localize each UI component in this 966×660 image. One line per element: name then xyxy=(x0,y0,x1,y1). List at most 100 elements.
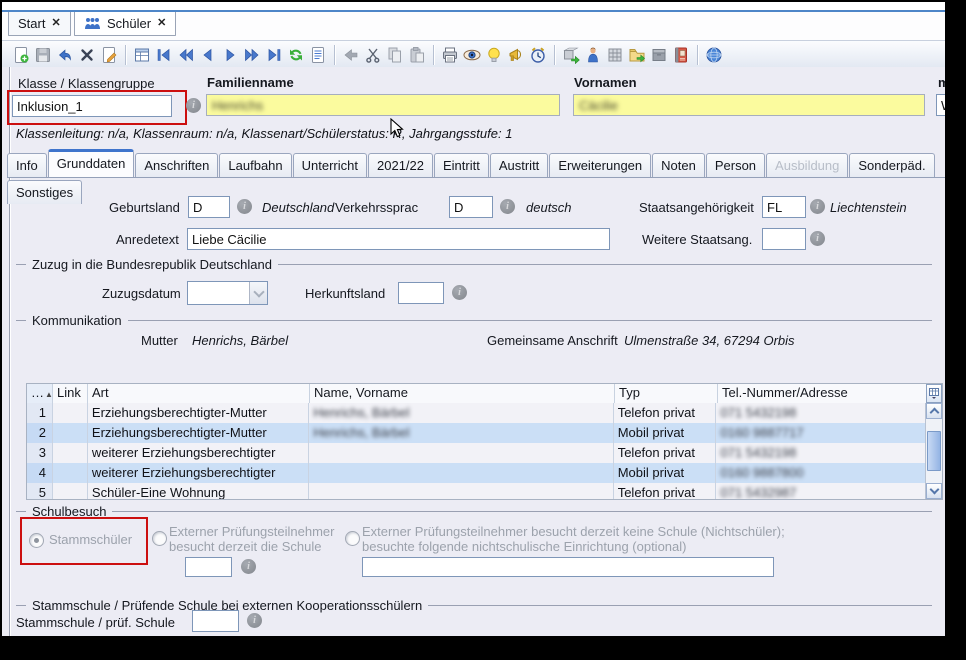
tab-ausbildung[interactable]: Ausbildung xyxy=(766,153,848,177)
tab-anschriften[interactable]: Anschriften xyxy=(135,153,218,177)
stammschule-info-button[interactable]: i xyxy=(247,613,262,628)
archive-icon[interactable] xyxy=(649,46,669,64)
zuzugsdatum-combo[interactable] xyxy=(187,281,268,305)
matrix-icon[interactable] xyxy=(605,46,625,64)
table-row[interactable]: 1Erziehungsberechtigter-MutterHenrichs, … xyxy=(27,403,926,423)
folder-export-icon[interactable] xyxy=(627,46,647,64)
verkehrssprache-info-button[interactable]: i xyxy=(500,199,515,214)
doc-tab-start[interactable]: Start ✕ xyxy=(8,12,71,36)
tab-laufbahn[interactable]: Laufbahn xyxy=(219,153,291,177)
print-icon[interactable] xyxy=(440,46,460,64)
cell-tel: 071 5432198 xyxy=(716,403,926,423)
delete-record-icon[interactable] xyxy=(77,46,97,64)
refresh-icon[interactable] xyxy=(286,46,306,64)
geburtsland-hint: Deutschland xyxy=(262,200,334,215)
anredetext-input[interactable] xyxy=(187,228,610,250)
header-tel[interactable]: Tel.-Nummer/Adresse xyxy=(718,384,928,403)
scroll-down-button[interactable] xyxy=(926,483,942,499)
prev-record-icon[interactable] xyxy=(198,46,218,64)
stammschule-input[interactable] xyxy=(192,610,239,632)
stammschule-label: Stammschule / prüf. Schule xyxy=(16,615,175,630)
tab-austritt[interactable]: Austritt xyxy=(490,153,548,177)
staatsangehoerigkeit-input[interactable] xyxy=(762,196,806,218)
scroll-up-button[interactable] xyxy=(926,403,942,419)
first-record-icon[interactable] xyxy=(154,46,174,64)
cut-icon[interactable] xyxy=(363,46,383,64)
gender-input[interactable] xyxy=(936,94,945,116)
column-picker-button[interactable] xyxy=(926,384,942,403)
tab-grunddaten[interactable]: Grunddaten xyxy=(48,149,135,177)
tab-2021-22[interactable]: 2021/22 xyxy=(368,153,433,177)
reminder-icon[interactable] xyxy=(528,46,548,64)
tab-eintritt[interactable]: Eintritt xyxy=(434,153,489,177)
table-header: …▲ Link Art Name, Vorname Typ Tel.-Numme… xyxy=(27,384,942,404)
klasse-info-button[interactable]: i xyxy=(186,98,201,113)
tab-erweiterungen[interactable]: Erweiterungen xyxy=(549,153,651,177)
tab-unterricht[interactable]: Unterricht xyxy=(293,153,367,177)
paste-icon[interactable] xyxy=(407,46,427,64)
cell-typ: Telefon privat xyxy=(614,403,717,423)
annotation-box-stammschueler xyxy=(20,517,148,565)
main-panel: Klasse / Klassengruppe i Familienname He… xyxy=(2,67,945,636)
vornamen-label: Vornamen xyxy=(574,75,637,90)
fast-prev-record-icon[interactable] xyxy=(176,46,196,64)
report-book-icon[interactable] xyxy=(671,46,691,64)
vornamen-input[interactable]: Cäcilie xyxy=(573,94,925,116)
help-icon[interactable] xyxy=(704,46,724,64)
zuzug-legend: Zuzug in die Bundesrepublik Deutschland xyxy=(16,257,932,272)
header-art[interactable]: Art xyxy=(88,384,310,403)
copy-icon[interactable] xyxy=(385,46,405,64)
student-export-icon[interactable] xyxy=(583,46,603,64)
export-package-icon[interactable] xyxy=(561,46,581,64)
header-nr[interactable]: …▲ xyxy=(27,384,53,403)
back-icon[interactable] xyxy=(341,46,361,64)
tab-noten[interactable]: Noten xyxy=(652,153,705,177)
nichtschulische-einrichtung-input[interactable] xyxy=(362,557,774,577)
familienname-input[interactable]: Henrichs xyxy=(206,94,560,116)
staatsangehoerigkeit-info-button[interactable]: i xyxy=(810,199,825,214)
class-status-line: Klassenleitung: n/a, Klassenraum: n/a, K… xyxy=(16,126,512,141)
undo-icon[interactable] xyxy=(55,46,75,64)
next-record-icon[interactable] xyxy=(220,46,240,64)
tab-sonstiges[interactable]: Sonstiges xyxy=(7,180,82,204)
hint-icon[interactable] xyxy=(484,46,504,64)
header-name[interactable]: Name, Vorname xyxy=(310,384,615,403)
geburtsland-info-button[interactable]: i xyxy=(237,199,252,214)
close-icon[interactable]: ✕ xyxy=(157,18,166,29)
scrollbar-thumb[interactable] xyxy=(927,431,941,471)
schulbesuch-legend: Schulbesuch xyxy=(16,504,932,519)
table-row[interactable]: 5Schüler-Eine WohnungTelefon privat071 5… xyxy=(27,483,926,499)
doc-tab-schueler[interactable]: Schüler ✕ xyxy=(74,12,176,36)
save-icon[interactable] xyxy=(33,46,53,64)
close-icon[interactable]: ✕ xyxy=(51,18,60,29)
tab-person[interactable]: Person xyxy=(706,153,765,177)
table-row[interactable]: 2Erziehungsberechtigter-MutterHenrichs, … xyxy=(27,423,926,443)
table-row[interactable]: 4weiterer ErziehungsberechtigterMobil pr… xyxy=(27,463,926,483)
verkehrssprache-input[interactable] xyxy=(449,196,493,218)
radio-externer-keine-schule[interactable] xyxy=(345,531,360,546)
externer-schule-input[interactable] xyxy=(185,557,232,577)
radio-externer-besucht-schule[interactable] xyxy=(152,531,167,546)
tab-sonderpäd-[interactable]: Sonderpäd. xyxy=(849,153,934,177)
table-scrollbar[interactable] xyxy=(925,403,942,499)
weitere-staatsang-input[interactable] xyxy=(762,228,806,250)
last-record-icon[interactable] xyxy=(264,46,284,64)
table-row[interactable]: 3weiterer ErziehungsberechtigterTelefon … xyxy=(27,443,926,463)
herkunftsland-input[interactable] xyxy=(398,282,444,304)
weitere-staatsang-info-button[interactable]: i xyxy=(810,231,825,246)
header-typ[interactable]: Typ xyxy=(615,384,718,403)
edit-record-icon[interactable] xyxy=(99,46,119,64)
preview-icon[interactable] xyxy=(462,46,482,64)
announce-icon[interactable] xyxy=(506,46,526,64)
externer-schule-info-button[interactable]: i xyxy=(241,559,256,574)
data-form-icon[interactable] xyxy=(132,46,152,64)
fast-next-record-icon[interactable] xyxy=(242,46,262,64)
new-document-icon[interactable] xyxy=(11,46,31,64)
geburtsland-input[interactable] xyxy=(188,196,230,218)
herkunftsland-info-button[interactable]: i xyxy=(452,285,467,300)
tab-info[interactable]: Info xyxy=(7,153,47,177)
cell-typ: Mobil privat xyxy=(614,423,717,443)
chevron-down-icon[interactable] xyxy=(249,282,267,304)
header-link[interactable]: Link xyxy=(53,384,88,403)
record-list-icon[interactable] xyxy=(308,46,328,64)
